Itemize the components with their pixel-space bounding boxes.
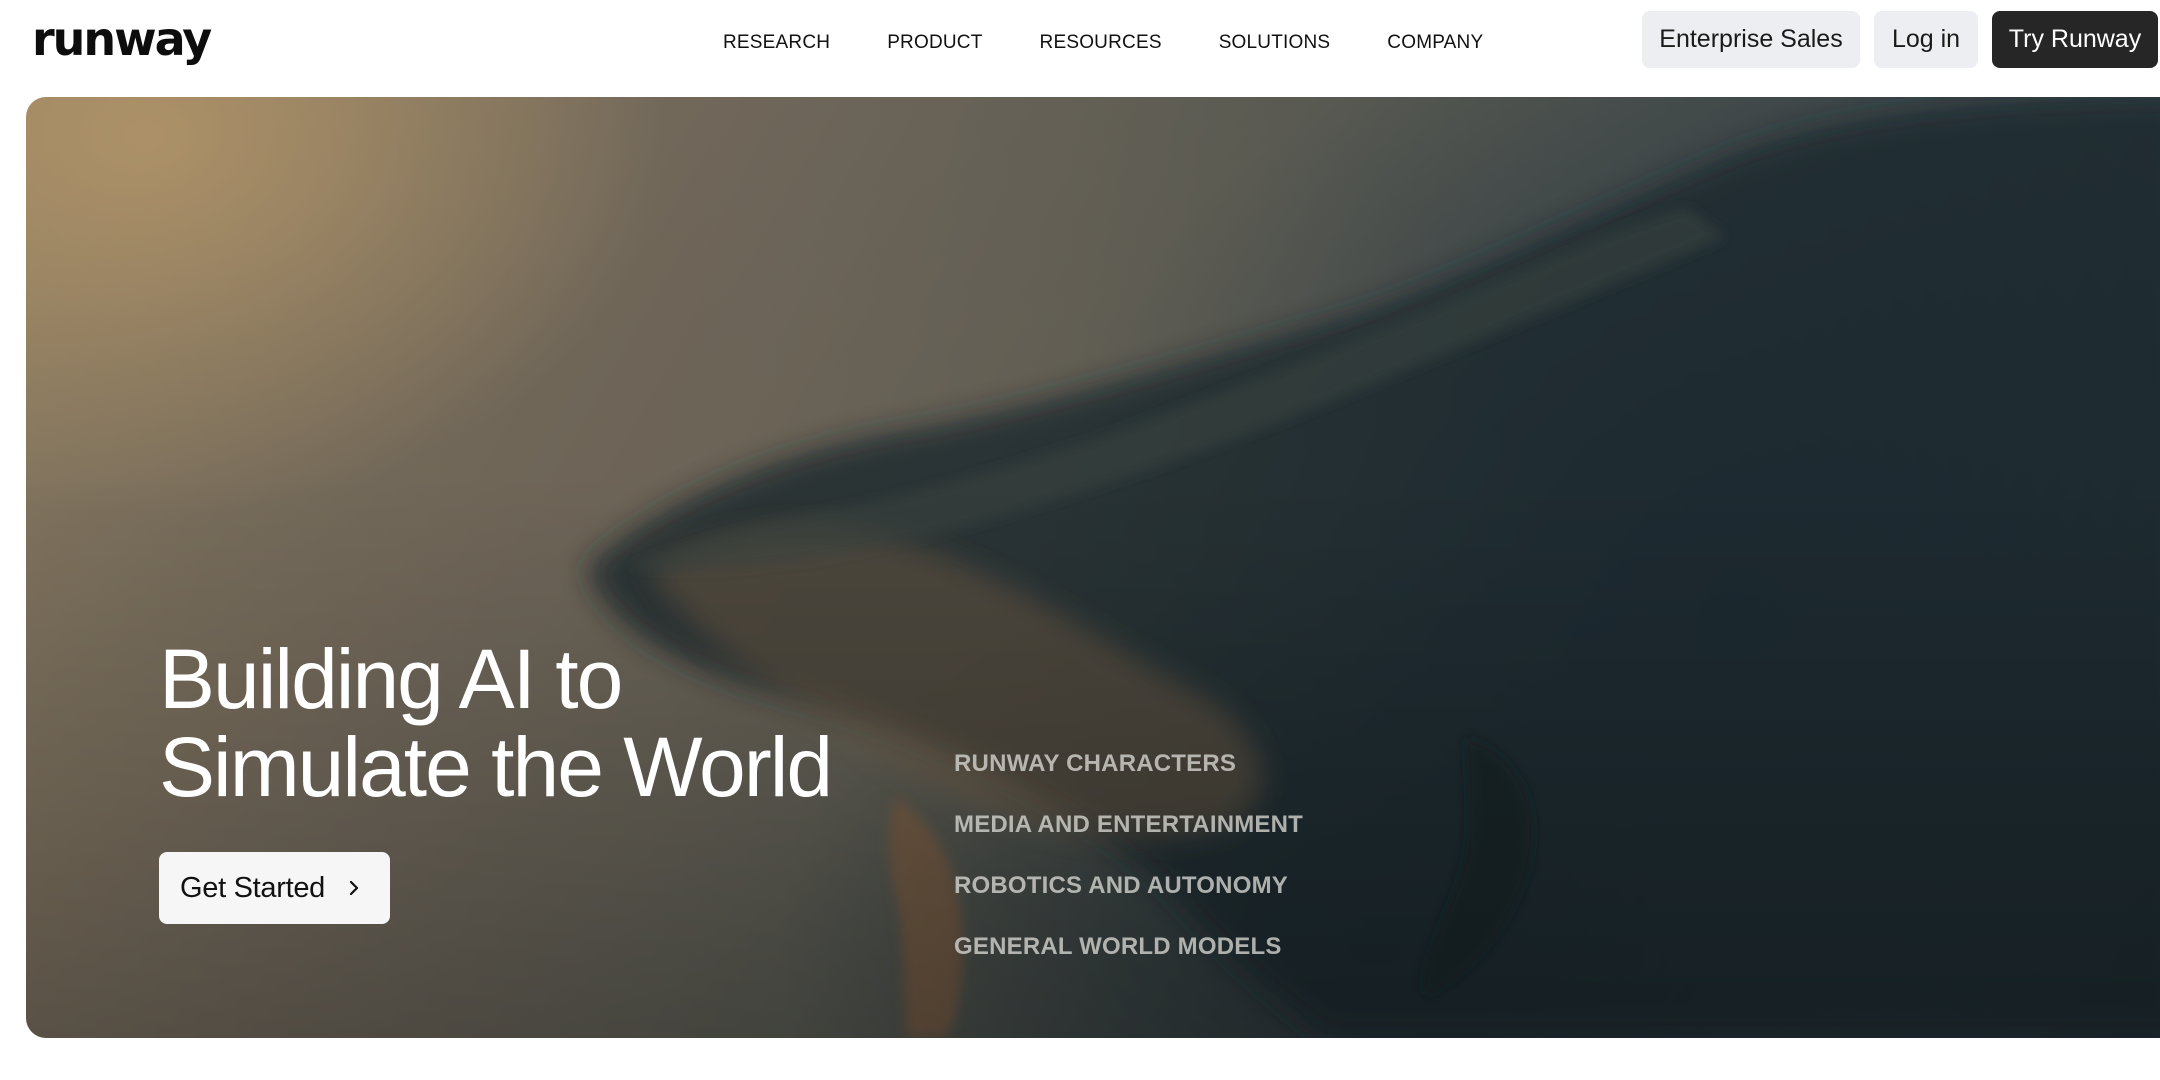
link-runway-characters[interactable]: RUNWAY CHARACTERS	[954, 748, 1303, 809]
link-general-world-models[interactable]: GENERAL WORLD MODELS	[954, 931, 1303, 992]
hero-title-line-1: Building AI to	[159, 632, 623, 726]
nav-solutions[interactable]: SOLUTIONS	[1219, 32, 1331, 54]
get-started-button[interactable]: Get Started	[159, 852, 390, 924]
hero-section: Building AI to Simulate the World Get St…	[26, 97, 2160, 1038]
chevron-right-icon	[347, 877, 361, 899]
header-actions: Enterprise Sales Log in Try Runway	[1642, 11, 2158, 68]
site-header: runway RESEARCH PRODUCT RESOURCES SOLUTI…	[0, 0, 2160, 92]
link-robotics-autonomy[interactable]: ROBOTICS AND AUTONOMY	[954, 870, 1303, 931]
runway-logo[interactable]: runway	[32, 8, 212, 70]
hero-title: Building AI to Simulate the World	[159, 635, 919, 811]
enterprise-sales-button[interactable]: Enterprise Sales	[1642, 11, 1860, 68]
nav-resources[interactable]: RESOURCES	[1040, 32, 1162, 54]
nav-product[interactable]: PRODUCT	[887, 32, 982, 54]
get-started-label: Get Started	[180, 871, 325, 904]
hero-title-line-2: Simulate the World	[159, 720, 833, 814]
try-runway-button[interactable]: Try Runway	[1992, 11, 2158, 68]
link-media-entertainment[interactable]: MEDIA AND ENTERTAINMENT	[954, 809, 1303, 870]
nav-research[interactable]: RESEARCH	[723, 32, 830, 54]
nav-company[interactable]: COMPANY	[1387, 32, 1483, 54]
log-in-button[interactable]: Log in	[1874, 11, 1978, 68]
solutions-links: RUNWAY CHARACTERS MEDIA AND ENTERTAINMEN…	[954, 748, 1303, 992]
main-nav: RESEARCH PRODUCT RESOURCES SOLUTIONS COM…	[700, 0, 1540, 86]
